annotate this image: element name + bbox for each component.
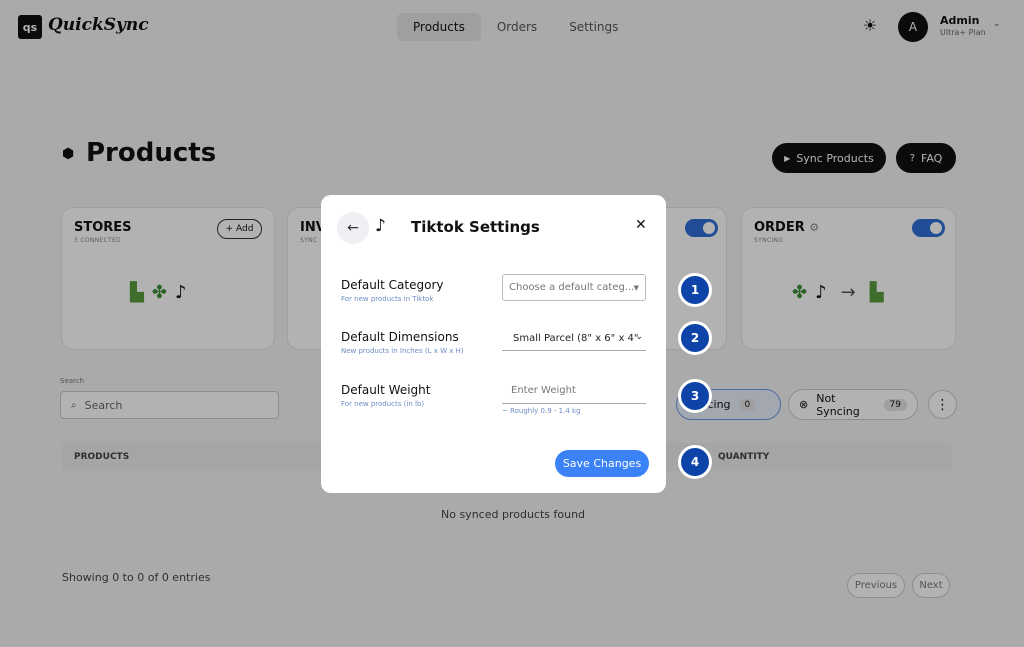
category-select[interactable]: Choose a default categ... ▼ <box>502 274 646 301</box>
save-changes-button[interactable]: Save Changes <box>555 450 649 477</box>
dimensions-select[interactable]: Small Parcel (8" x 6" x 4" ⌄ <box>502 326 646 351</box>
step-marker-3: 3 <box>678 379 712 413</box>
category-placeholder: Choose a default categ... <box>509 282 635 293</box>
caret-down-icon: ▼ <box>633 284 639 292</box>
step-marker-1: 1 <box>678 273 712 307</box>
dimensions-label: Default Dimensions <box>341 330 459 344</box>
category-label: Default Category <box>341 278 444 292</box>
weight-label: Default Weight <box>341 383 431 397</box>
chevron-down-icon: ⌄ <box>635 332 643 342</box>
dimensions-value: Small Parcel (8" x 6" x 4" <box>513 332 639 344</box>
category-hint: For new products in Tiktok <box>341 295 434 303</box>
arrow-left-icon[interactable]: ← <box>337 212 369 244</box>
weight-hint: For new products (in lb) <box>341 400 425 408</box>
tiktok-settings-modal: ← ♪ Tiktok Settings ✕ Default Category F… <box>321 195 666 493</box>
modal-title: Tiktok Settings <box>411 218 540 236</box>
weight-placeholder: Enter Weight <box>511 384 576 396</box>
tiktok-icon: ♪ <box>375 216 386 236</box>
dimensions-hint: New products in Inches (L x W x H) <box>341 347 464 355</box>
step-marker-2: 2 <box>678 321 712 355</box>
weight-conversion-hint: ~ Roughly 0.9 - 1.4 kg <box>502 407 581 415</box>
step-marker-4: 4 <box>678 445 712 479</box>
weight-input[interactable]: Enter Weight <box>502 377 646 404</box>
close-icon[interactable]: ✕ <box>635 217 647 233</box>
